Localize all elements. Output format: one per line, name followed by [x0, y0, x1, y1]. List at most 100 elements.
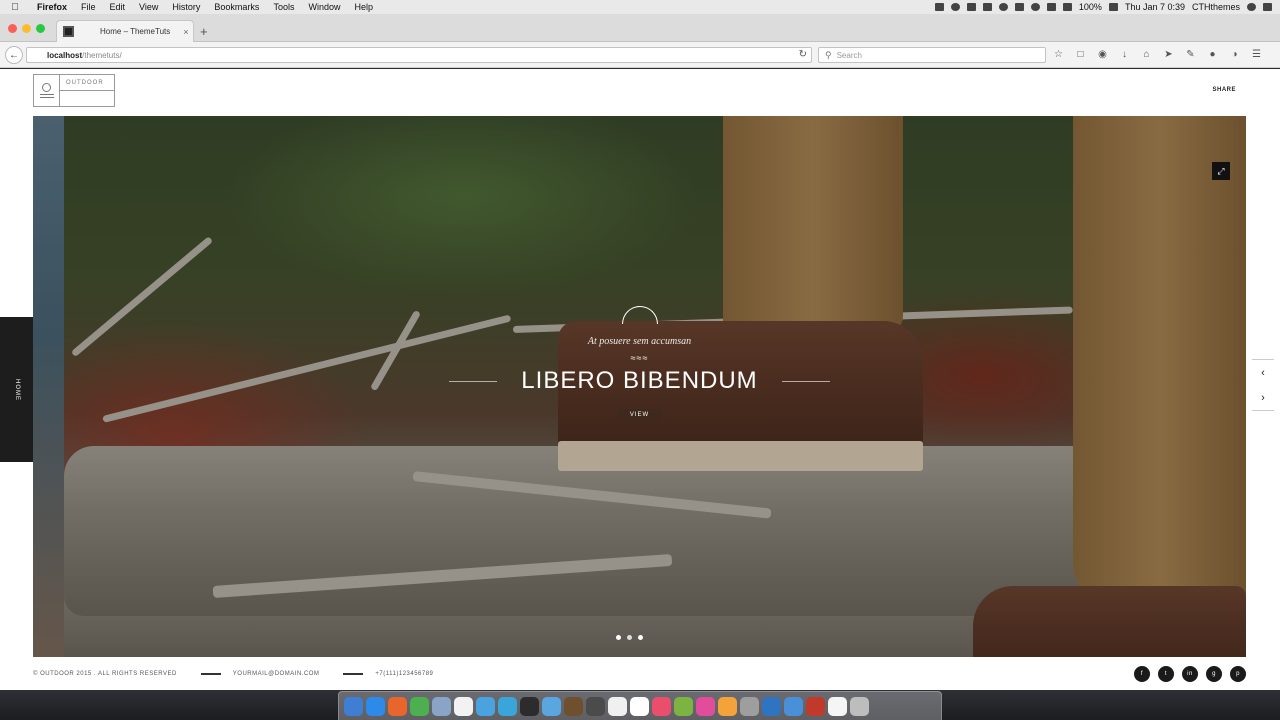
- menu-history[interactable]: History: [165, 2, 207, 12]
- pinterest-icon[interactable]: p: [1230, 666, 1246, 682]
- menubar-status-area: 100% Thu Jan 7 0:39 CTHthemes: [934, 2, 1280, 12]
- dock-app-icon[interactable]: [454, 696, 473, 716]
- dock-app-icon[interactable]: [784, 696, 803, 716]
- pen-icon[interactable]: [966, 3, 976, 11]
- browser-tab[interactable]: Home – ThemeTuts ×: [56, 20, 194, 42]
- volume-icon[interactable]: [1046, 3, 1056, 11]
- menu-edit[interactable]: Edit: [103, 2, 133, 12]
- google-icon[interactable]: g: [1206, 666, 1222, 682]
- dock-app-icon[interactable]: [608, 696, 627, 716]
- send-icon[interactable]: ➤: [1162, 48, 1175, 61]
- flag-icon[interactable]: [1062, 3, 1072, 11]
- arrow-left-icon: ←: [9, 49, 19, 61]
- chevron-right-icon[interactable]: ›: [1261, 392, 1265, 404]
- dock-app-icon[interactable]: [542, 696, 561, 716]
- menu-bookmarks[interactable]: Bookmarks: [207, 2, 266, 12]
- slide-view-button[interactable]: VIEW: [617, 409, 662, 421]
- search-bar[interactable]: ⚲ Search: [818, 47, 1046, 63]
- back-button[interactable]: ←: [5, 46, 23, 64]
- site-footer: © OUTDOOR 2015 . ALL RIGHTS RESERVED YOU…: [33, 664, 1246, 684]
- reading-list-icon[interactable]: □: [1074, 48, 1087, 61]
- dock-app-icon[interactable]: [366, 696, 385, 716]
- menubar-user[interactable]: CTHthemes: [1192, 2, 1240, 12]
- menu-view[interactable]: View: [132, 2, 165, 12]
- profile-icon[interactable]: ◑: [1228, 48, 1241, 61]
- apple-menu-icon[interactable]: : [0, 2, 30, 13]
- notification-center-icon[interactable]: [1263, 3, 1272, 11]
- tools-icon[interactable]: [982, 3, 992, 11]
- dock-app-icon[interactable]: [344, 696, 363, 716]
- bluetooth-icon[interactable]: [1014, 3, 1024, 11]
- clock-icon[interactable]: [998, 3, 1008, 11]
- side-nav-home[interactable]: HOME: [0, 317, 33, 462]
- bookmark-star-icon[interactable]: ☆: [1052, 48, 1065, 61]
- slide-subtitle: At posuere sem accumsan: [587, 336, 692, 347]
- menu-icon[interactable]: ☰: [1250, 48, 1263, 61]
- share-link[interactable]: SHARE: [1212, 87, 1236, 93]
- url-bar[interactable]: localhost /themetuts/ ↻: [26, 47, 812, 63]
- addon-icon[interactable]: ●: [1206, 48, 1219, 61]
- menubar-clock[interactable]: Thu Jan 7 0:39: [1125, 2, 1185, 12]
- spotlight-icon[interactable]: [1247, 3, 1256, 11]
- twitter-icon[interactable]: t: [1158, 666, 1174, 682]
- dock-app-icon[interactable]: [564, 696, 583, 716]
- dock-app-icon[interactable]: [850, 696, 869, 716]
- dock-app-icon[interactable]: [806, 696, 825, 716]
- eyedropper-icon[interactable]: ✎: [1184, 48, 1197, 61]
- site-logo[interactable]: OUTDOOR: [33, 74, 115, 107]
- window-minimize-button[interactable]: [22, 24, 31, 33]
- logo-sub-line: [60, 91, 114, 106]
- dock-app-icon[interactable]: [674, 696, 693, 716]
- dock-app-icon[interactable]: [828, 696, 847, 716]
- menu-help[interactable]: Help: [347, 2, 380, 12]
- linkedin-icon[interactable]: in: [1182, 666, 1198, 682]
- hero-slider: ⤢ At posuere sem accumsan ≈≈≈ LIBERO BIB…: [33, 116, 1246, 657]
- reload-icon[interactable]: ↻: [799, 49, 807, 60]
- new-tab-button[interactable]: +: [200, 24, 208, 39]
- sync-icon[interactable]: [950, 3, 960, 11]
- dock-app-icon[interactable]: [520, 696, 539, 716]
- menu-app-name[interactable]: Firefox: [30, 2, 74, 12]
- dock-app-icon[interactable]: [410, 696, 429, 716]
- dock-app-icon[interactable]: [586, 696, 605, 716]
- screen-record-icon[interactable]: [934, 3, 944, 11]
- window-maximize-button[interactable]: [36, 24, 45, 33]
- slide-title: LIBERO BIBENDUM: [521, 367, 758, 394]
- tab-close-icon[interactable]: ×: [179, 27, 193, 37]
- slider-dot[interactable]: [638, 635, 643, 640]
- slide-caption: At posuere sem accumsan ≈≈≈ LIBERO BIBEN…: [33, 306, 1246, 421]
- dock-app-icon[interactable]: [630, 696, 649, 716]
- search-placeholder: Search: [836, 50, 862, 60]
- home-icon[interactable]: ⌂: [1140, 48, 1153, 61]
- tab-favicon-icon: [63, 26, 74, 37]
- window-close-button[interactable]: [8, 24, 17, 33]
- dock-app-icon[interactable]: [718, 696, 737, 716]
- slider-dot-active[interactable]: [627, 635, 632, 640]
- logo-sun-icon: [34, 75, 60, 106]
- dock-app-icon[interactable]: [498, 696, 517, 716]
- dock-app-icon[interactable]: [476, 696, 495, 716]
- toolbar-icons: ☆ □ ◉ ↓ ⌂ ➤ ✎ ● ◑ ☰: [1052, 48, 1263, 61]
- facebook-icon[interactable]: f: [1134, 666, 1150, 682]
- dock-app-icon[interactable]: [432, 696, 451, 716]
- dock-app-icon[interactable]: [652, 696, 671, 716]
- pocket-icon[interactable]: ◉: [1096, 48, 1109, 61]
- slider-dot[interactable]: [616, 635, 621, 640]
- footer-email[interactable]: YOURMAIL@DOMAIN.COM: [233, 671, 320, 677]
- battery-icon[interactable]: [1108, 3, 1118, 11]
- wifi-icon[interactable]: [1030, 3, 1040, 11]
- menu-file[interactable]: File: [74, 2, 103, 12]
- logo-text-box: OUTDOOR: [60, 75, 114, 106]
- battery-percent[interactable]: 100%: [1079, 2, 1102, 12]
- dock-app-icon[interactable]: [696, 696, 715, 716]
- chevron-left-icon[interactable]: ‹: [1261, 367, 1265, 379]
- download-icon[interactable]: ↓: [1118, 48, 1131, 61]
- footer-divider: [200, 673, 221, 675]
- fullscreen-button[interactable]: ⤢: [1212, 162, 1230, 180]
- dock-app-icon[interactable]: [762, 696, 781, 716]
- dock-app-icon[interactable]: [388, 696, 407, 716]
- dock-app-icon[interactable]: [740, 696, 759, 716]
- menu-tools[interactable]: Tools: [266, 2, 301, 12]
- slider-arrows: ‹ ›: [1252, 359, 1274, 411]
- menu-window[interactable]: Window: [301, 2, 347, 12]
